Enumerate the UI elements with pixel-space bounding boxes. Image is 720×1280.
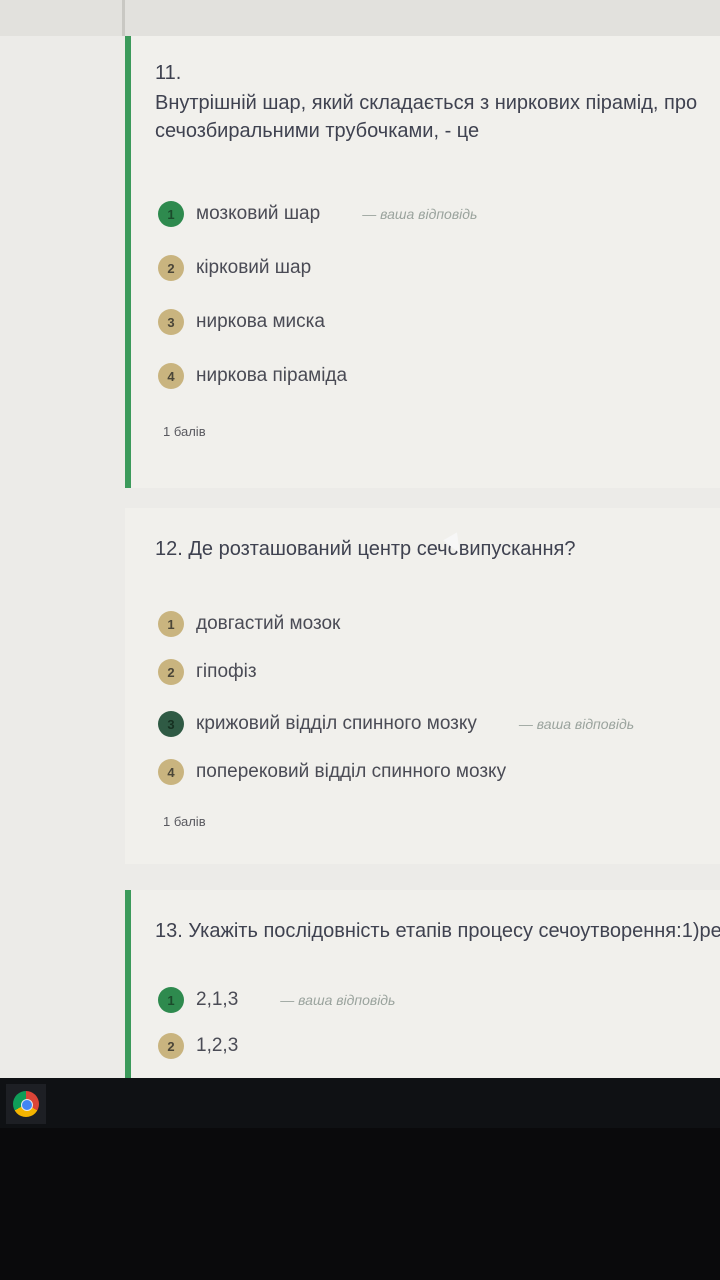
option-label: 1,2,3 — [196, 1035, 239, 1056]
chrome-taskbar-button[interactable] — [6, 1084, 46, 1124]
option-label: довгастий мозок — [196, 613, 341, 634]
option-number-badge: 1 — [158, 201, 184, 227]
chrome-icon — [13, 1091, 39, 1117]
points-label: 1 балів — [163, 424, 206, 439]
answer-option[interactable]: 2 1,2,3 — [158, 1032, 238, 1060]
option-label: мозковий шар — [196, 203, 321, 224]
option-number-badge: 1 — [158, 987, 184, 1013]
question-text-line-2: сечозбиральними трубочками, - це — [155, 120, 480, 142]
answer-option[interactable]: 1 мозковий шар — ваша відповідь — [158, 200, 477, 228]
browser-viewport: 11. Внутрішній шар, який складається з н… — [0, 0, 720, 1078]
option-label: 2,1,3 — [196, 989, 239, 1010]
answer-option[interactable]: 4 ниркова піраміда — [158, 362, 347, 390]
option-number-badge: 1 — [158, 611, 184, 637]
option-label: ниркова піраміда — [196, 365, 348, 386]
option-number-badge: 4 — [158, 363, 184, 389]
your-answer-mark: — ваша відповідь — [280, 992, 396, 1008]
taskbar — [0, 1078, 720, 1128]
card-accent-bar — [125, 36, 131, 488]
question-number: 11. — [155, 62, 182, 84]
option-number-badge: 2 — [158, 255, 184, 281]
option-number-badge: 3 — [158, 309, 184, 335]
your-answer-mark: — ваша відповідь — [362, 206, 478, 222]
question-title: 12. Де розташований центр сечовипускання… — [155, 538, 576, 560]
option-label: кірковий шар — [196, 257, 312, 278]
option-label: крижовий відділ спинного мозку — [196, 713, 477, 734]
answer-option[interactable]: 1 довгастий мозок — [158, 610, 340, 638]
answer-option[interactable]: 1 2,1,3 — ваша відповідь — [158, 986, 395, 1014]
question-title: 13. Укажіть послідовність етапів процесу… — [155, 920, 720, 942]
question-card-13: 13. Укажіть послідовність етапів процесу… — [125, 890, 720, 1078]
option-number-badge: 2 — [158, 659, 184, 685]
option-label: поперековий відділ спинного мозку — [196, 761, 507, 782]
option-number-badge: 2 — [158, 1033, 184, 1059]
answer-option[interactable]: 4 поперековий відділ спинного мозку — [158, 758, 506, 786]
option-label: ниркова миска — [196, 311, 325, 332]
monitor-bezel — [0, 1128, 720, 1280]
answer-option[interactable]: 2 гіпофіз — [158, 658, 257, 686]
answer-option[interactable]: 3 ниркова миска — [158, 308, 325, 336]
option-label: гіпофіз — [196, 661, 257, 682]
card-accent-bar — [125, 890, 131, 1078]
your-answer-mark: — ваша відповідь — [518, 716, 635, 732]
option-number-badge: 3 — [158, 711, 184, 737]
previous-card-edge — [0, 0, 720, 36]
answer-option[interactable]: 3 крижовий відділ спинного мозку — ваша … — [158, 710, 634, 738]
question-card-12: 12. Де розташований центр сечовипускання… — [125, 508, 720, 864]
question-card-11: 11. Внутрішній шар, який складається з н… — [125, 36, 720, 488]
answer-option[interactable]: 2 кірковий шар — [158, 254, 311, 282]
question-text-line-1: Внутрішній шар, який складається з нирко… — [155, 92, 698, 114]
option-number-badge: 4 — [158, 759, 184, 785]
points-label: 1 балів — [163, 814, 206, 829]
